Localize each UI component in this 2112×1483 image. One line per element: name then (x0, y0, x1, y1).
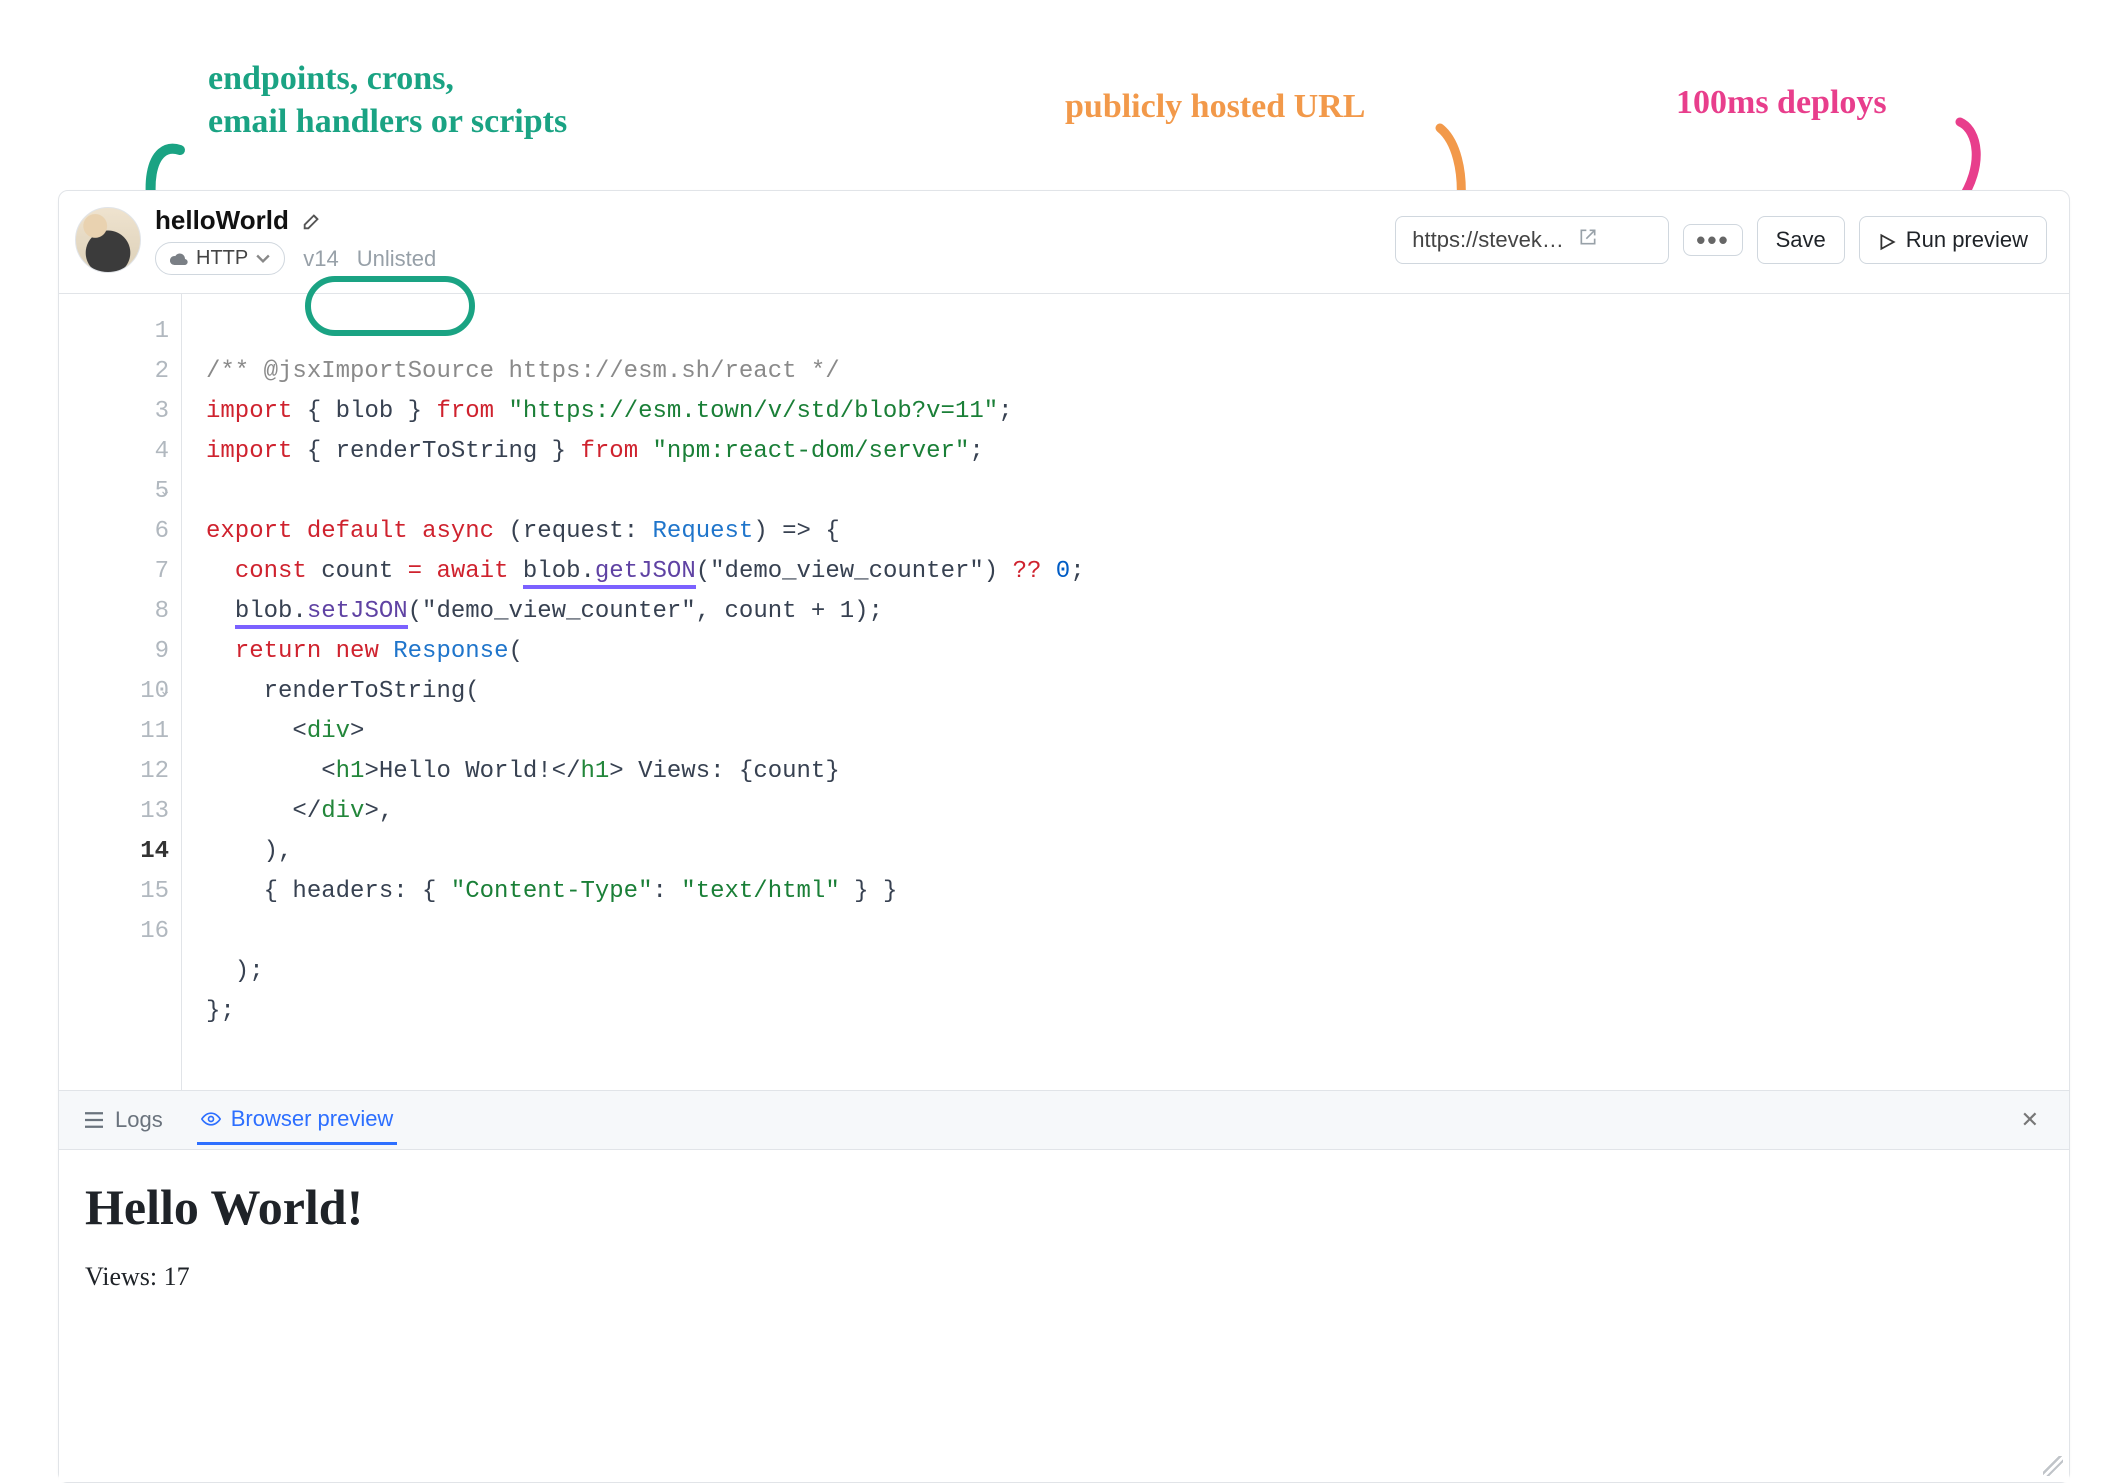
code-line: { headers: { "Content-Type": "text/html"… (206, 872, 1085, 912)
browser-preview: Hello World! Views: 17 (59, 1149, 2069, 1482)
type-badge-label: HTTP (196, 247, 248, 270)
code-line: ); (206, 958, 264, 985)
editor-topbar: helloWorld HTTP v14 Unlisted https://ste… (59, 191, 2069, 294)
more-menu-button[interactable]: ••• (1683, 224, 1742, 256)
code-line: renderToString( (206, 678, 480, 705)
editor-panel: helloWorld HTTP v14 Unlisted https://ste… (58, 190, 2070, 1483)
fold-icon[interactable]: ⌄ (159, 672, 171, 712)
line-number-gutter: 1 2 3 4 5⌄ 6 7 8 9 10⌄ 11 12 13 14 15 16 (59, 294, 182, 1090)
code-line: blob.setJSON("demo_view_counter", count … (206, 598, 883, 629)
output-tabs: Logs Browser preview ✕ (59, 1090, 2069, 1149)
public-url-box[interactable]: https://stevek… (1395, 216, 1669, 264)
avatar[interactable] (75, 207, 141, 273)
code-line: return new Response( (206, 638, 523, 665)
code-line: <div> (206, 718, 364, 745)
code-line (206, 478, 220, 505)
code-content[interactable]: /** @jsxImportSource https://esm.sh/reac… (182, 294, 1109, 1090)
code-line: ), (206, 838, 292, 865)
preview-heading: Hello World! (85, 1178, 2043, 1236)
code-line: const count = await blob.getJSON("demo_v… (206, 558, 1085, 589)
annotation-public-url: publicly hosted URL (1065, 86, 1365, 129)
code-line: </div>, (206, 798, 393, 825)
code-line: import { blob } from "https://esm.town/v… (206, 398, 1013, 425)
annotation-fast-deploys: 100ms deploys (1676, 82, 1887, 125)
resize-grip[interactable] (2043, 1456, 2063, 1476)
code-editor[interactable]: 1 2 3 4 5⌄ 6 7 8 9 10⌄ 11 12 13 14 15 16… (59, 294, 2069, 1090)
edit-icon[interactable] (299, 208, 325, 234)
public-url-text: https://stevek… (1412, 227, 1564, 253)
code-line: export default async (request: Request) … (206, 518, 840, 545)
play-icon (1878, 231, 1896, 249)
val-title: helloWorld (155, 205, 289, 236)
code-line: /** @jsxImportSource https://esm.sh/reac… (206, 358, 840, 385)
close-preview-button[interactable]: ✕ (2013, 1103, 2047, 1137)
tab-logs[interactable]: Logs (81, 1097, 167, 1143)
fold-icon[interactable]: ⌄ (159, 472, 171, 512)
version-label: v14 (303, 246, 338, 272)
logs-icon (85, 1112, 105, 1128)
annotation-endpoints: endpoints, crons, email handlers or scri… (208, 58, 567, 143)
ellipsis-icon: ••• (1696, 235, 1729, 245)
external-link-icon[interactable] (1578, 227, 1598, 253)
save-button-label: Save (1776, 227, 1826, 253)
visibility-label: Unlisted (357, 246, 436, 272)
code-line: <h1>Hello World!</h1> Views: {count} (206, 758, 840, 785)
eye-icon (201, 1111, 221, 1127)
cloud-icon (170, 252, 188, 266)
tab-logs-label: Logs (115, 1107, 163, 1133)
save-button[interactable]: Save (1757, 216, 1845, 264)
chevron-down-icon (256, 252, 270, 266)
code-line: import { renderToString } from "npm:reac… (206, 438, 984, 465)
run-preview-button[interactable]: Run preview (1859, 216, 2047, 264)
type-badge[interactable]: HTTP (155, 242, 285, 275)
preview-views: Views: 17 (85, 1262, 2043, 1292)
code-line: }; (206, 998, 235, 1025)
tab-browser-preview[interactable]: Browser preview (197, 1096, 398, 1145)
tab-browser-preview-label: Browser preview (231, 1106, 394, 1132)
run-preview-label: Run preview (1906, 227, 2028, 253)
